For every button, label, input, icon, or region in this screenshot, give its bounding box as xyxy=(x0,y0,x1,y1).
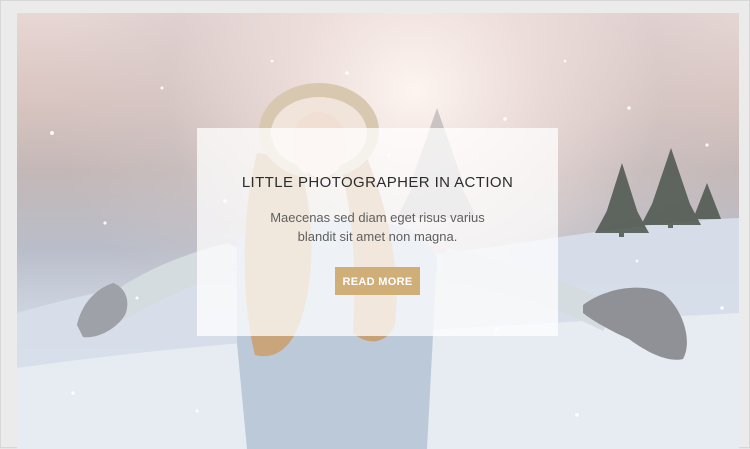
hero-title: LITTLE PHOTOGRAPHER IN ACTION xyxy=(241,174,514,191)
read-more-button[interactable]: READ MORE xyxy=(335,267,420,295)
hero-slide: LITTLE PHOTOGRAPHER IN ACTION Maecenas s… xyxy=(17,13,739,449)
page-frame: LITTLE PHOTOGRAPHER IN ACTION Maecenas s… xyxy=(0,0,750,449)
hero-caption-card: LITTLE PHOTOGRAPHER IN ACTION Maecenas s… xyxy=(197,128,558,336)
hero-description: Maecenas sed diam eget risus varius blan… xyxy=(270,210,485,244)
